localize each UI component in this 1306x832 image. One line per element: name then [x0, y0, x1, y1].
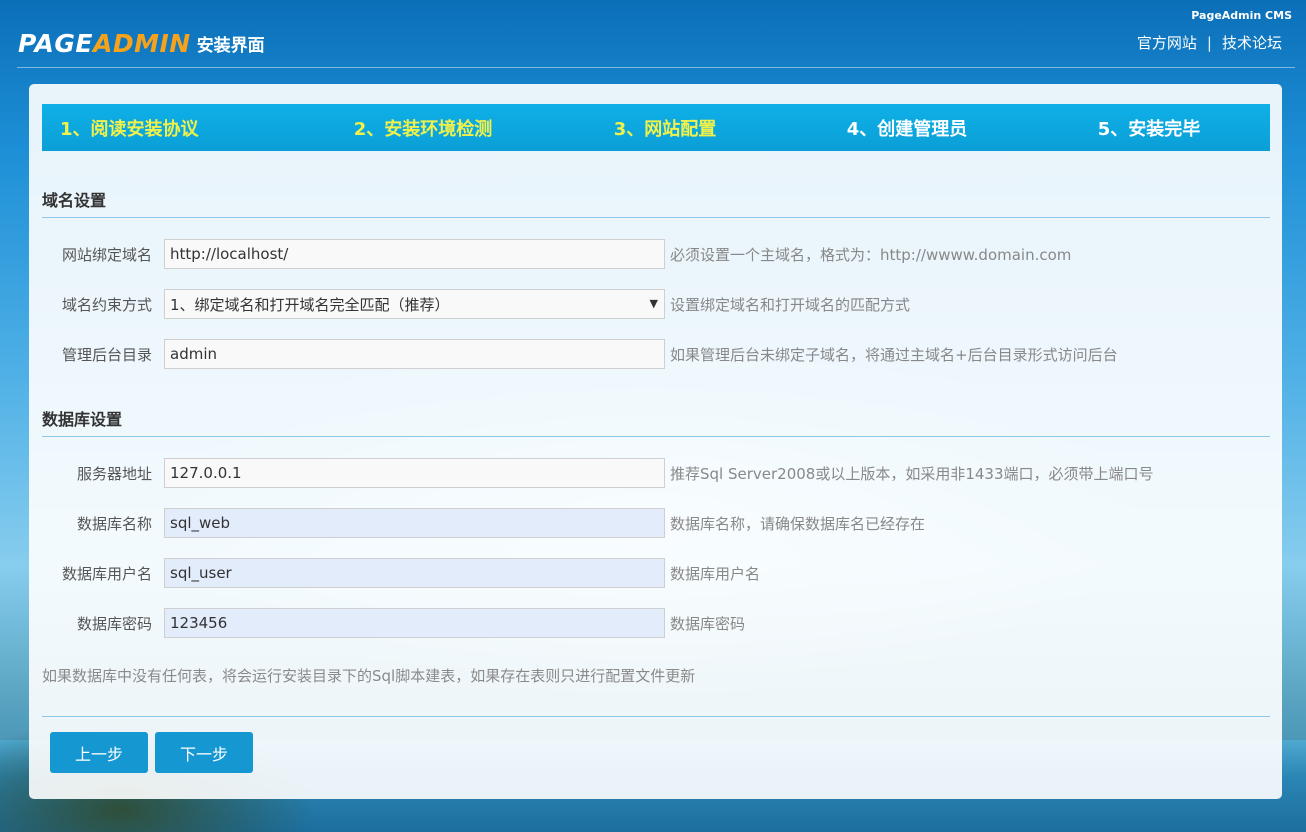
db-user-input[interactable]: sql_user — [164, 558, 665, 588]
row-db-password: 数据库密码 123456 数据库密码 — [42, 607, 1270, 639]
site-domain-input[interactable]: http://localhost/ — [164, 239, 665, 269]
logo-page-text: PAGE — [18, 28, 93, 58]
step-3-current: 3、网站配置 — [613, 118, 717, 140]
admin-dir-label: 管理后台目录 — [61, 345, 152, 364]
site-domain-hint: 必须设置一个主域名，格式为：http://wwww.domain.com — [670, 245, 1072, 264]
link-separator: | — [1206, 33, 1212, 52]
row-db-server: 服务器地址 127.0.0.1 推荐Sql Server2008或以上版本，如采… — [42, 457, 1270, 489]
step-4: 4、创建管理员 — [846, 118, 968, 140]
db-password-input[interactable]: 123456 — [164, 608, 665, 638]
logo-admin-text: ADMIN — [92, 28, 191, 58]
row-site-domain: 网站绑定域名 http://localhost/ 必须设置一个主域名，格式为：h… — [42, 238, 1270, 270]
db-section-title: 数据库设置 — [42, 410, 123, 429]
install-panel: 1、阅读安装协议 2、安装环境检测 3、网站配置 4、创建管理员 5、安装完毕 … — [29, 84, 1282, 799]
db-password-hint: 数据库密码 — [670, 614, 746, 633]
db-user-label: 数据库用户名 — [61, 564, 152, 583]
logo-subtitle: 安装界面 — [196, 35, 265, 56]
domain-section-title: 域名设置 — [42, 191, 107, 210]
domain-match-hint: 设置绑定域名和打开域名的匹配方式 — [670, 295, 911, 314]
logo: PAGE ADMIN 安装界面 — [18, 28, 265, 58]
header-divider — [17, 67, 1295, 68]
domain-section-divider — [42, 217, 1270, 218]
step-1: 1、阅读安装协议 — [60, 118, 199, 140]
db-name-label: 数据库名称 — [76, 514, 152, 533]
step-2: 2、安装环境检测 — [353, 118, 493, 140]
step-bar: 1、阅读安装协议 2、安装环境检测 3、网站配置 4、创建管理员 5、安装完毕 — [42, 104, 1270, 151]
domain-match-label: 域名约束方式 — [61, 295, 152, 314]
footer-divider — [42, 716, 1270, 717]
site-domain-label: 网站绑定域名 — [61, 245, 152, 264]
db-server-input[interactable]: 127.0.0.1 — [164, 458, 665, 488]
step-5: 5、安装完毕 — [1097, 118, 1201, 140]
db-user-hint: 数据库用户名 — [670, 564, 761, 583]
forum-link[interactable]: 技术论坛 — [1222, 32, 1282, 53]
official-site-link[interactable]: 官方网站 — [1137, 32, 1197, 53]
row-domain-match: 域名约束方式 1、绑定域名和打开域名完全匹配（推荐） ▼ 设置绑定域名和打开域名… — [42, 288, 1270, 320]
prev-step-button[interactable]: 上一步 — [50, 732, 148, 773]
dropdown-arrow-icon: ▼ — [649, 297, 658, 310]
db-password-label: 数据库密码 — [76, 614, 152, 633]
brand-corner-text: PageAdmin CMS — [1191, 9, 1292, 22]
admin-dir-input[interactable]: admin — [164, 339, 665, 369]
domain-match-selected: 1、绑定域名和打开域名完全匹配（推荐） — [170, 295, 450, 314]
admin-dir-hint: 如果管理后台未绑定子域名，将通过主域名+后台目录形式访问后台 — [670, 345, 1118, 364]
row-admin-dir: 管理后台目录 admin 如果管理后台未绑定子域名，将通过主域名+后台目录形式访… — [42, 338, 1270, 370]
db-server-hint: 推荐Sql Server2008或以上版本，如采用非1433端口，必须带上端口号 — [670, 464, 1154, 483]
top-links: 官方网站 | 技术论坛 — [1137, 32, 1282, 53]
db-note: 如果数据库中没有任何表，将会运行安装目录下的Sql脚本建表，如果存在表则只进行配… — [42, 667, 696, 685]
row-db-name: 数据库名称 sql_web 数据库名称，请确保数据库名已经存在 — [42, 507, 1270, 539]
db-name-input[interactable]: sql_web — [164, 508, 665, 538]
db-section-divider — [42, 436, 1270, 437]
next-step-button[interactable]: 下一步 — [155, 732, 253, 773]
db-name-hint: 数据库名称，请确保数据库名已经存在 — [670, 514, 926, 533]
row-db-user: 数据库用户名 sql_user 数据库用户名 — [42, 557, 1270, 589]
domain-match-select[interactable]: 1、绑定域名和打开域名完全匹配（推荐） ▼ — [164, 289, 665, 319]
db-server-label: 服务器地址 — [76, 464, 152, 483]
